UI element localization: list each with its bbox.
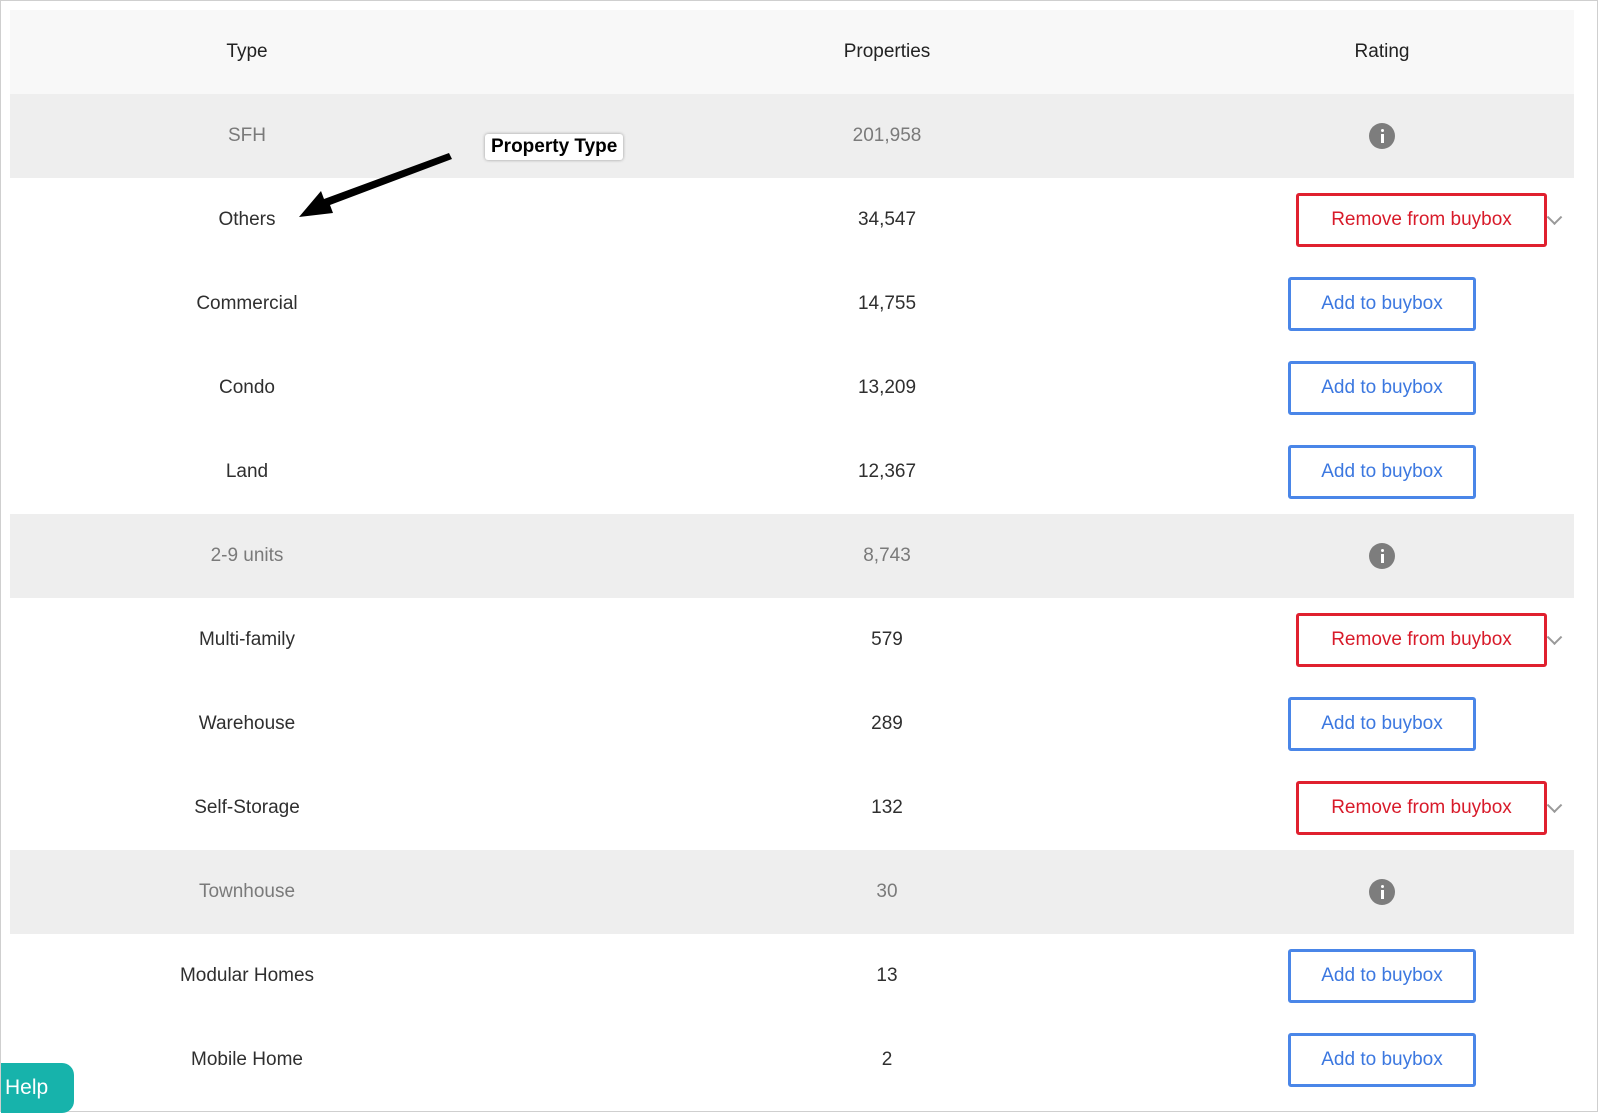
rating-cell: Add to buybox (1190, 1018, 1574, 1102)
table-body: SFH 201,958 Others 34,547 Remove from buybox… (10, 94, 1574, 1102)
table-row: Commercial 14,755 Add to buybox (10, 262, 1574, 346)
app-frame: Type Properties Rating SFH 201,958 Others 3… (0, 0, 1598, 1113)
add-to-buybox-button[interactable]: Add to buybox (1288, 361, 1476, 415)
type-cell: Condo (219, 377, 275, 398)
type-cell: 2-9 units (210, 545, 284, 566)
type-cell: Warehouse (198, 713, 296, 734)
properties-cell: 34,547 (857, 209, 917, 230)
rating-cell (1190, 94, 1574, 178)
rating-content: Add to buybox (1190, 934, 1574, 1018)
rating-cell (1190, 850, 1574, 934)
properties-cell: 2 (881, 1049, 893, 1070)
header-rating: Rating (1354, 41, 1410, 62)
rating-content: Add to buybox (1190, 430, 1574, 514)
table-row: Condo 13,209 Add to buybox (10, 346, 1574, 430)
table-group-row: SFH 201,958 (10, 94, 1574, 178)
rating-content (1190, 514, 1574, 598)
chevron-down-icon[interactable] (1546, 797, 1563, 814)
header-type: Type (226, 41, 268, 62)
rating-cell: Remove from buybox (1190, 598, 1574, 682)
table-row: Warehouse 289 Add to buybox (10, 682, 1574, 766)
header-properties: Properties (843, 41, 931, 62)
rating-content: Add to buybox (1190, 346, 1574, 430)
rating-cell: Remove from buybox (1190, 178, 1574, 262)
rating-content: Add to buybox (1190, 262, 1574, 346)
table-header: Type Properties Rating (10, 10, 1574, 94)
table-row: Multi-family 579 Remove from buybox (10, 598, 1574, 682)
rating-content (1190, 94, 1574, 178)
properties-cell: 8,743 (863, 545, 911, 566)
rating-content: Remove from buybox (1190, 766, 1574, 850)
properties-cell: 13,209 (857, 377, 917, 398)
table-group-row: Townhouse 30 (10, 850, 1574, 934)
properties-cell: 579 (871, 629, 903, 650)
type-cell: Land (225, 461, 269, 482)
rating-cell: Remove from buybox (1190, 766, 1574, 850)
rating-content: Add to buybox (1190, 1018, 1574, 1102)
rating-cell: Add to buybox (1190, 346, 1574, 430)
table-row: Land 12,367 Add to buybox (10, 430, 1574, 514)
properties-cell: 132 (871, 797, 903, 818)
remove-from-buybox-button[interactable]: Remove from buybox (1296, 613, 1547, 667)
property-type-annotation: Property Type (485, 134, 624, 160)
info-icon[interactable] (1369, 543, 1395, 569)
property-type-table: Type Properties Rating SFH 201,958 Others 3… (10, 10, 1574, 1102)
type-cell: Commercial (196, 293, 298, 314)
add-to-buybox-button[interactable]: Add to buybox (1288, 445, 1476, 499)
remove-from-buybox-button[interactable]: Remove from buybox (1296, 781, 1547, 835)
table-group-row: 2-9 units 8,743 (10, 514, 1574, 598)
info-icon[interactable] (1369, 123, 1395, 149)
properties-cell: 30 (876, 881, 898, 902)
table-row: Others 34,547 Remove from buybox (10, 178, 1574, 262)
rating-content: Remove from buybox (1190, 598, 1574, 682)
add-to-buybox-button[interactable]: Add to buybox (1288, 1033, 1476, 1087)
type-cell: Townhouse (198, 881, 296, 902)
table-row: Mobile Home 2 Add to buybox (10, 1018, 1574, 1102)
properties-cell: 14,755 (857, 293, 917, 314)
chevron-down-icon[interactable] (1546, 629, 1563, 646)
chevron-down-icon[interactable] (1546, 209, 1563, 226)
type-cell: Mobile Home (191, 1049, 303, 1070)
properties-cell: 289 (871, 713, 903, 734)
add-to-buybox-button[interactable]: Add to buybox (1288, 277, 1476, 331)
arrow-shape (299, 153, 452, 217)
annotation-arrow (299, 153, 452, 217)
properties-cell: 13 (876, 965, 898, 986)
rating-content (1190, 850, 1574, 934)
rating-cell: Add to buybox (1190, 430, 1574, 514)
table-row: Modular Homes 13 Add to buybox (10, 934, 1574, 1018)
rating-cell (1190, 514, 1574, 598)
rating-cell: Add to buybox (1190, 682, 1574, 766)
info-icon[interactable] (1369, 879, 1395, 905)
remove-from-buybox-button[interactable]: Remove from buybox (1296, 193, 1547, 247)
rating-content: Add to buybox (1190, 682, 1574, 766)
add-to-buybox-button[interactable]: Add to buybox (1288, 697, 1476, 751)
properties-cell: 201,958 (852, 125, 922, 146)
properties-cell: 12,367 (857, 461, 917, 482)
rating-cell: Add to buybox (1190, 262, 1574, 346)
type-cell: Multi-family (198, 629, 296, 650)
add-to-buybox-button[interactable]: Add to buybox (1288, 949, 1476, 1003)
type-cell: Self-Storage (194, 797, 300, 818)
rating-cell: Add to buybox (1190, 934, 1574, 1018)
table-row: Self-Storage 132 Remove from buybox (10, 766, 1574, 850)
help-button[interactable]: Help (1, 1063, 74, 1113)
type-cell: Modular Homes (179, 965, 315, 986)
rating-content: Remove from buybox (1190, 178, 1574, 262)
